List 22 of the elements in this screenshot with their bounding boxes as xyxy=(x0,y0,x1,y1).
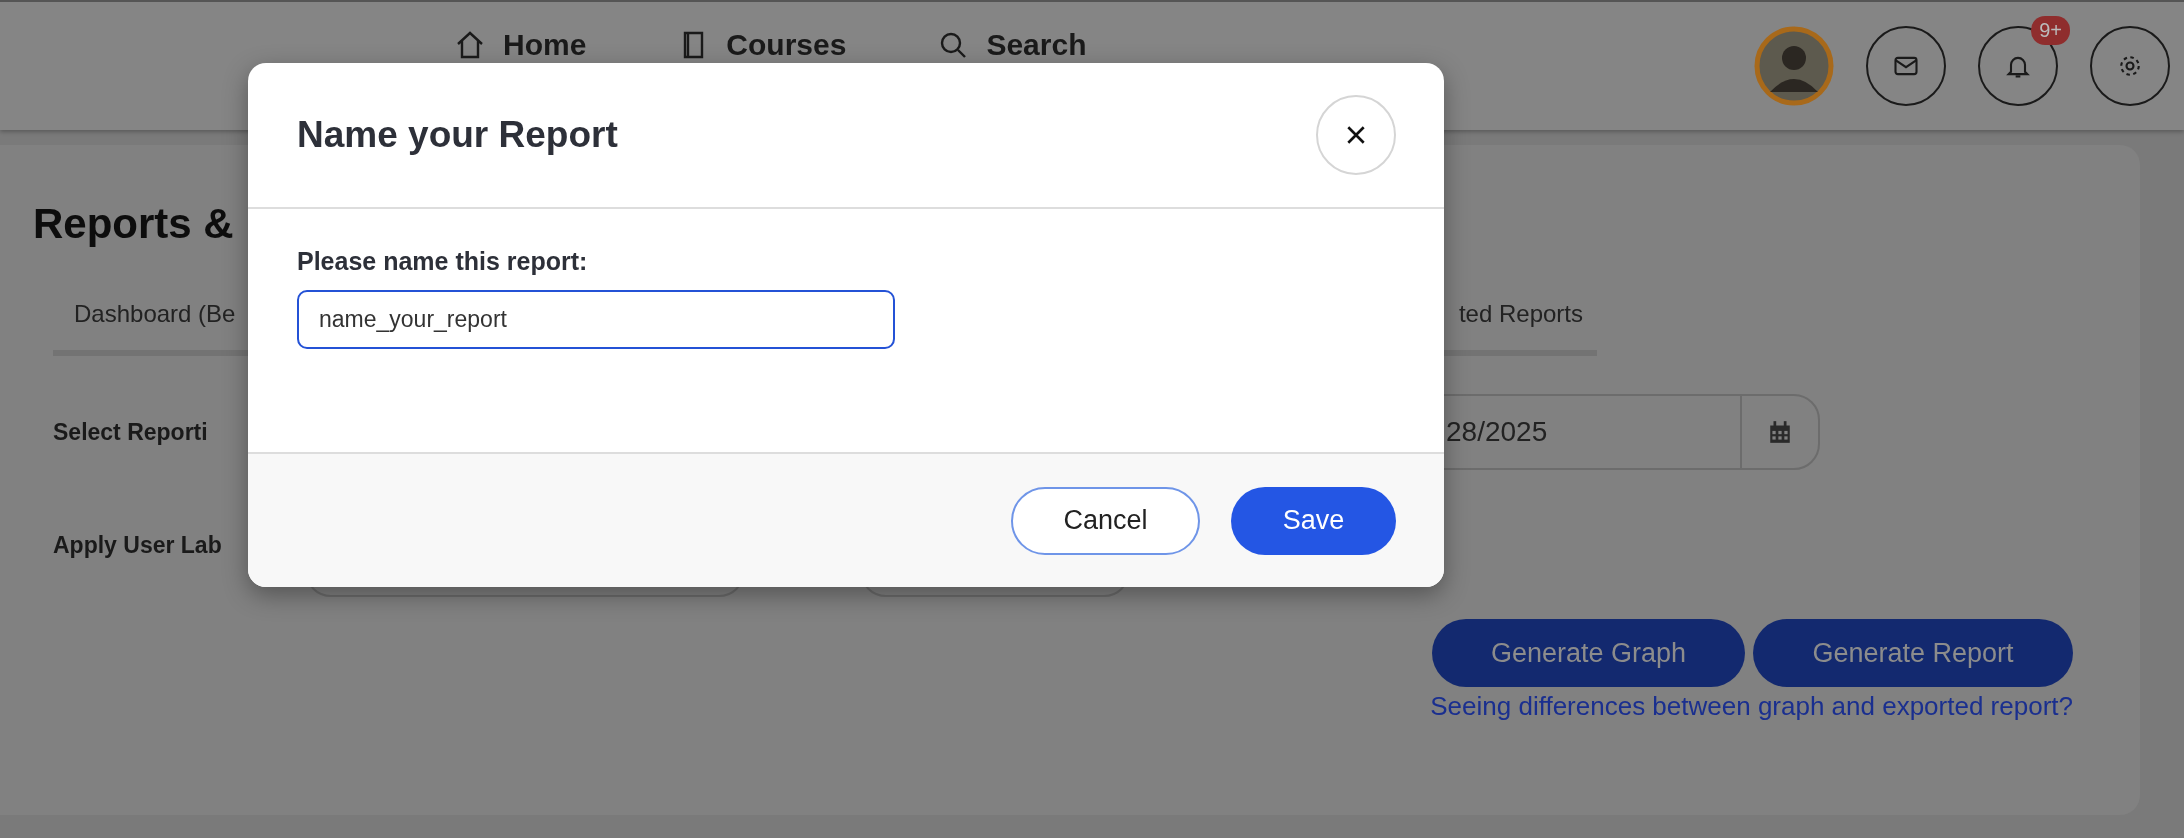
avatar[interactable] xyxy=(1754,26,1834,106)
nav-link[interactable]: Home xyxy=(455,28,587,62)
cancel-button[interactable]: Cancel xyxy=(1011,486,1200,555)
field-label: Apply User Lab xyxy=(53,532,223,559)
tab[interactable]: Dashboard (Be xyxy=(53,300,250,356)
dialog-title: Name your Report xyxy=(297,114,618,156)
generate-report-button[interactable]: Generate Report xyxy=(1753,619,2073,687)
field-label: Select Reporti xyxy=(53,418,209,446)
nav-link[interactable]: Courses xyxy=(678,28,847,62)
field-label: Please name this report: xyxy=(297,247,588,276)
generate-graph-button[interactable]: Generate Graph xyxy=(1432,619,1745,687)
house-icon xyxy=(455,30,485,60)
notification-count: 9+ xyxy=(2031,16,2070,45)
help-link[interactable]: Seeing differences between graph and exported report? xyxy=(1430,691,2073,722)
page-title: Reports & xyxy=(33,200,235,248)
search-link[interactable]: Search xyxy=(938,28,1087,62)
close-icon xyxy=(1345,124,1367,146)
settings-button[interactable] xyxy=(2090,26,2170,106)
save-button[interactable]: Save xyxy=(1231,486,1396,555)
calendar-icon xyxy=(1767,419,1793,445)
report-name-field[interactable]: name_your_report xyxy=(297,290,895,349)
mail-button[interactable] xyxy=(1866,26,1946,106)
